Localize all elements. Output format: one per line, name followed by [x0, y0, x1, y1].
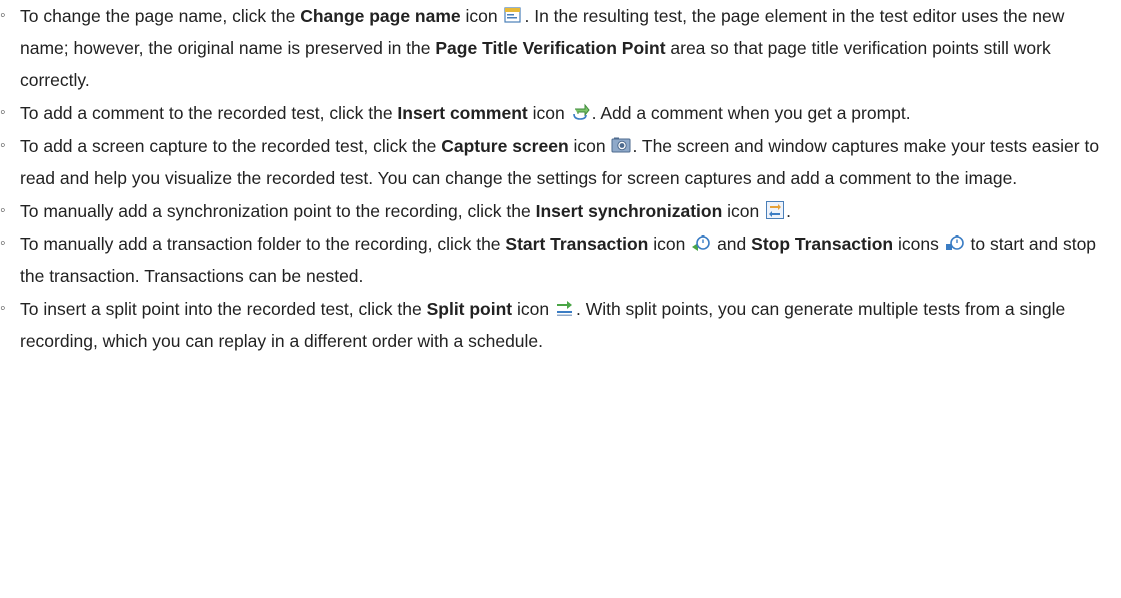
ui-term: Stop Transaction — [751, 234, 894, 254]
bullet-marker: ◦ — [0, 235, 6, 252]
item-text: icon — [460, 6, 503, 26]
ui-term: Insert comment — [397, 103, 528, 123]
list-item: ◦ To manually add a synchronization poin… — [0, 195, 1105, 227]
ui-term: Insert synchronization — [535, 201, 723, 221]
item-text: To change the page name, click the — [20, 6, 301, 26]
bullet-marker: ◦ — [0, 104, 6, 121]
insert-comment-icon — [571, 102, 591, 122]
document-body: ◦ To change the page name, click the Cha… — [0, 0, 1121, 598]
insert-synchronization-icon — [765, 200, 785, 220]
item-text: icon — [512, 299, 554, 319]
ui-term: Start Transaction — [505, 234, 649, 254]
list-item: ◦ To insert a split point into the recor… — [0, 293, 1105, 357]
bullet-marker: ◦ — [0, 137, 6, 154]
split-point-icon — [555, 298, 575, 318]
change-page-name-icon — [503, 5, 523, 25]
list-item: ◦ To add a comment to the recorded test,… — [0, 97, 1105, 129]
item-text: To manually add a synchronization point … — [20, 201, 536, 221]
stop-transaction-icon — [945, 233, 965, 253]
item-text: icon — [527, 103, 570, 123]
item-text: To manually add a transaction folder to … — [20, 234, 506, 254]
ui-term: Split point — [426, 299, 513, 319]
bullet-marker: ◦ — [0, 202, 6, 219]
item-text: icon — [648, 234, 691, 254]
bullet-marker: ◦ — [0, 7, 6, 24]
list-item: ◦ To manually add a transaction folder t… — [0, 228, 1105, 292]
item-text: icon — [568, 136, 611, 156]
item-text: To add a comment to the recorded test, c… — [20, 103, 398, 123]
capture-screen-icon — [611, 135, 631, 155]
list-item: ◦ To change the page name, click the Cha… — [0, 0, 1105, 96]
bullet-marker: ◦ — [0, 300, 6, 317]
ui-term: Capture screen — [441, 136, 569, 156]
item-text: . — [786, 201, 791, 221]
item-text: icons — [893, 234, 944, 254]
item-text: and — [712, 234, 752, 254]
item-text: . Add a comment when you get a prompt. — [591, 103, 911, 123]
item-text: icon — [722, 201, 765, 221]
ui-term: Page Title Verification Point — [435, 38, 666, 58]
bullet-list: ◦ To change the page name, click the Cha… — [0, 0, 1121, 357]
start-transaction-icon — [691, 233, 711, 253]
list-item: ◦ To add a screen capture to the recorde… — [0, 130, 1105, 194]
item-text: To add a screen capture to the recorded … — [20, 136, 442, 156]
item-text: To insert a split point into the recorde… — [20, 299, 427, 319]
ui-term: Change page name — [300, 6, 461, 26]
